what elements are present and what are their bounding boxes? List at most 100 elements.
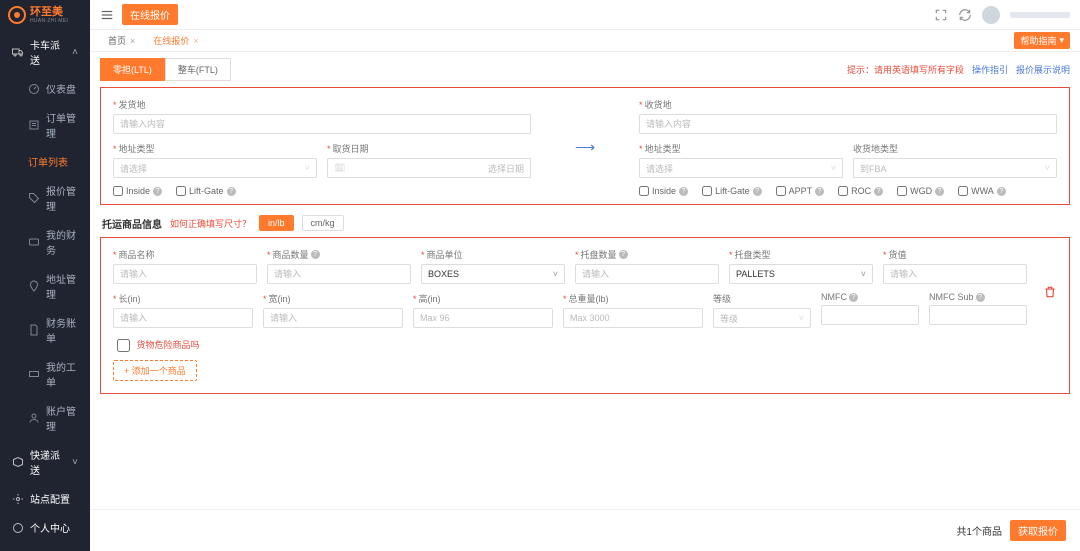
nav-dashboard[interactable]: 仪表盘 — [0, 74, 90, 103]
goods-unit-select[interactable]: BOXES˅ — [421, 264, 565, 284]
from-label: 发货地 — [119, 98, 146, 111]
chevron-down-icon: ˅ — [305, 163, 310, 173]
help-icon[interactable]: ? — [619, 250, 628, 259]
to-wgd-checkbox[interactable]: WGD? — [897, 186, 944, 196]
help-icon[interactable]: ? — [815, 187, 824, 196]
nav-quotes[interactable]: 报价管理 — [0, 176, 90, 220]
gauge-icon — [28, 83, 40, 95]
nav-group-truck[interactable]: 卡车派送 ˄ — [0, 30, 90, 74]
pickup-date-input[interactable]: 🗓选择日期 — [327, 158, 531, 178]
from-liftgate-checkbox[interactable]: Lift-Gate? — [176, 186, 236, 196]
hint-demo[interactable]: 报价展示说明 — [1016, 63, 1070, 76]
get-quote-button[interactable]: 获取报价 — [1010, 520, 1066, 541]
mode-tab-ltl[interactable]: 零担(LTL) — [100, 58, 165, 81]
goods-name-input[interactable] — [113, 264, 257, 284]
chevron-down-icon: ˅ — [1045, 163, 1050, 173]
unit-inlb-tab[interactable]: in/lb — [259, 215, 294, 231]
to-address-input[interactable] — [639, 114, 1057, 134]
profile-icon — [12, 522, 24, 534]
user-name — [1010, 12, 1070, 18]
chevron-down-icon: ˅ — [861, 269, 866, 279]
nav-account[interactable]: 账户管理 — [0, 396, 90, 440]
calendar-icon: 🗓 — [334, 163, 345, 174]
to-addr-type-select[interactable]: 请选择˅ — [639, 158, 843, 178]
truck-icon — [12, 46, 24, 58]
length-input[interactable] — [113, 308, 253, 328]
dest-type-select[interactable]: 到FBA˅ — [853, 158, 1057, 178]
avatar[interactable] — [982, 6, 1000, 24]
fullscreen-icon[interactable] — [934, 8, 948, 22]
chevron-up-icon: ˄ — [72, 47, 78, 58]
hint-guide[interactable]: 操作指引 — [972, 63, 1008, 76]
help-icon[interactable]: ? — [874, 187, 883, 196]
width-input[interactable] — [263, 308, 403, 328]
sidebar: 环至美 HUAN·ZHI·MEI 卡车派送 ˄ 仪表盘 订单管理 订单列表 报价… — [0, 0, 90, 551]
weight-input[interactable] — [563, 308, 703, 328]
help-icon[interactable]: ? — [849, 293, 858, 302]
to-liftgate-checkbox[interactable]: Lift-Gate? — [702, 186, 762, 196]
brand-sub: HUAN·ZHI·MEI — [30, 18, 68, 24]
help-icon[interactable]: ? — [753, 187, 762, 196]
help-icon[interactable]: ? — [311, 250, 320, 259]
nav-group-profile[interactable]: 个人中心 — [0, 513, 90, 542]
gear-icon — [12, 493, 24, 505]
to-label: 收货地 — [645, 98, 672, 111]
delete-icon[interactable] — [1043, 285, 1057, 299]
help-icon[interactable]: ? — [679, 187, 688, 196]
online-quote-button[interactable]: 在线报价 — [122, 4, 178, 25]
from-inside-checkbox[interactable]: Inside? — [113, 186, 162, 196]
goods-panel: *商品名称 *商品数量? *商品单位BOXES˅ *托盘数量? *托盘类型PAL… — [100, 237, 1070, 394]
height-input[interactable] — [413, 308, 553, 328]
help-icon[interactable]: ? — [935, 187, 944, 196]
ship-panel: *发货地 *地址类型 请选择˅ *取货日期 🗓选择日期 — [100, 87, 1070, 205]
mode-tab-ftl[interactable]: 整车(FTL) — [165, 58, 231, 81]
goods-count: 共1个商品 — [956, 523, 1002, 538]
tag-icon — [28, 192, 40, 204]
nav-group-site[interactable]: 站点配置 — [0, 484, 90, 513]
close-icon[interactable]: × — [193, 36, 198, 46]
pkg-type-select[interactable]: PALLETS˅ — [729, 264, 873, 284]
add-goods-button[interactable]: + 添加一个商品 — [113, 360, 197, 381]
help-icon[interactable]: ? — [997, 187, 1006, 196]
from-addr-type-select[interactable]: 请选择˅ — [113, 158, 317, 178]
to-roc-checkbox[interactable]: ROC? — [838, 186, 883, 196]
menu-icon[interactable] — [100, 8, 114, 22]
nav-bills[interactable]: 财务账单 — [0, 308, 90, 352]
from-address-input[interactable] — [113, 114, 531, 134]
nmfc-input[interactable] — [821, 305, 919, 325]
to-appt-checkbox[interactable]: APPT? — [776, 186, 825, 196]
hints: 提示：请用英语填写所有字段 操作指引 报价展示说明 — [847, 63, 1070, 76]
arrow-right-icon: ⟶ — [571, 139, 599, 156]
nav-group-express[interactable]: 快递派送˅ — [0, 440, 90, 484]
close-icon[interactable]: × — [130, 36, 135, 46]
hazmat-label[interactable]: 货物危险商品吗 — [117, 338, 1057, 352]
pkg-qty-input[interactable] — [575, 264, 719, 284]
nav-group-staff[interactable]: 员工管理˅ — [0, 542, 90, 551]
tab-home[interactable]: 首页× — [100, 32, 143, 49]
tab-quote[interactable]: 在线报价× — [145, 32, 206, 49]
help-guide-button[interactable]: 帮助指南▾ — [1014, 32, 1070, 49]
box-icon — [12, 456, 24, 468]
goods-value-input[interactable] — [883, 264, 1027, 284]
nav-orders[interactable]: 订单管理 — [0, 103, 90, 147]
goods-warn[interactable]: 如何正确填写尺寸？ — [170, 217, 251, 230]
unit-cmkg-tab[interactable]: cm/kg — [302, 215, 344, 231]
help-icon[interactable]: ? — [976, 293, 985, 302]
nav-finance[interactable]: 我的财务 — [0, 220, 90, 264]
class-select[interactable]: 等级˅ — [713, 308, 811, 328]
nav-address[interactable]: 地址管理 — [0, 264, 90, 308]
goods-qty-input[interactable] — [267, 264, 411, 284]
nav: 卡车派送 ˄ 仪表盘 订单管理 订单列表 报价管理 我的财务 地址管理 财务账单… — [0, 30, 90, 551]
wallet-icon — [28, 236, 40, 248]
list-icon — [28, 119, 40, 131]
nmfc-sub-input[interactable] — [929, 305, 1027, 325]
to-wwa-checkbox[interactable]: WWA? — [958, 186, 1006, 196]
refresh-icon[interactable] — [958, 8, 972, 22]
nav-order-list[interactable]: 订单列表 — [0, 147, 90, 176]
file-icon — [28, 324, 40, 336]
addr-type-label: 地址类型 — [119, 142, 155, 155]
help-icon[interactable]: ? — [227, 187, 236, 196]
to-inside-checkbox[interactable]: Inside? — [639, 186, 688, 196]
nav-tickets[interactable]: 我的工单 — [0, 352, 90, 396]
help-icon[interactable]: ? — [153, 187, 162, 196]
